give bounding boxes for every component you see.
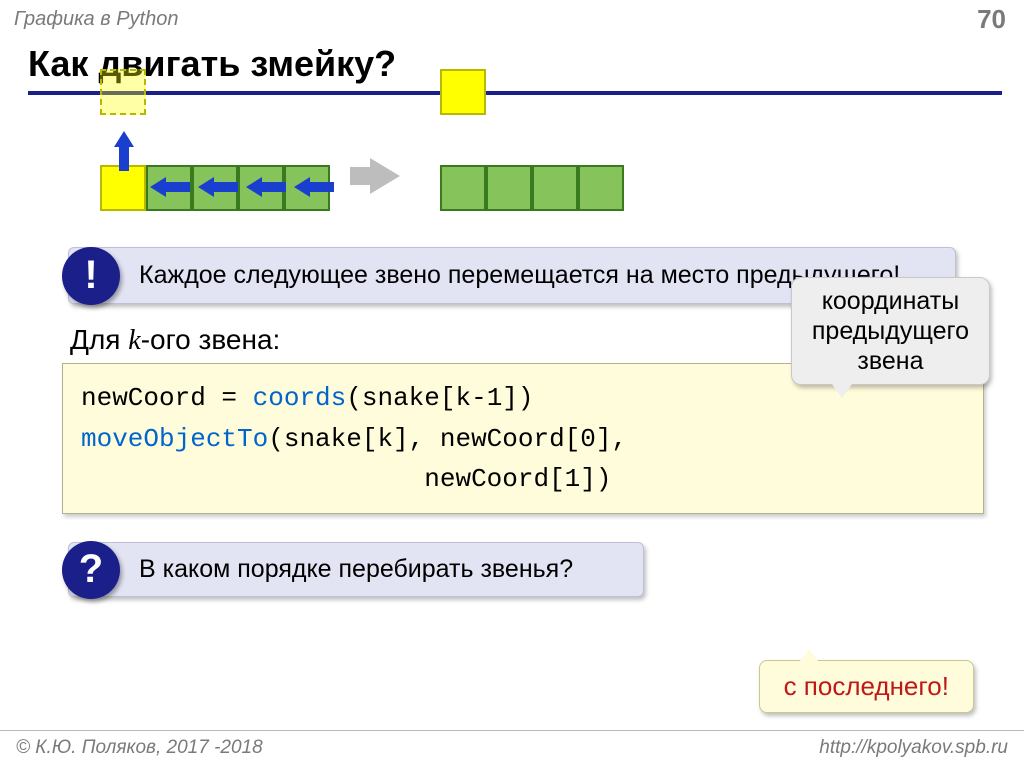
- code-wrap: координаты предыдущего звена newCoord = …: [62, 363, 984, 514]
- page-title: Как двигать змейку?: [28, 43, 1002, 95]
- snake-head-cell: [100, 165, 146, 211]
- arrow-up-icon: [114, 131, 134, 147]
- new-head-ghost-cell: [100, 69, 146, 115]
- callout-line: звена: [812, 346, 969, 376]
- footer-url: http://kpolyakov.spb.ru: [819, 737, 1008, 759]
- callout-coords: координаты предыдущего звена: [791, 277, 990, 385]
- code-fn: coords: [253, 383, 347, 413]
- code-text: (snake[k-1]): [346, 383, 533, 413]
- arrow-left-icon: [150, 177, 166, 197]
- snake-body-cell: [532, 165, 578, 211]
- snake-diagram: [100, 117, 1024, 211]
- exclamation-badge: !: [62, 247, 120, 305]
- question-badge: ?: [62, 541, 120, 599]
- slide-header: Графика в Python 70: [0, 0, 1024, 37]
- callout-line: координаты: [812, 286, 969, 316]
- code-text: newCoord =: [81, 383, 253, 413]
- code-fn: moveObjectTo: [81, 424, 268, 454]
- code-text: (snake[k], newCoord[0],: [268, 424, 627, 454]
- snake-before: [100, 117, 330, 211]
- page-number: 70: [977, 4, 1006, 35]
- footer-copyright: © К.Ю. Поляков, 2017 -2018: [16, 737, 263, 759]
- arrow-left-icon: [246, 177, 262, 197]
- answer-callout: с последнего!: [759, 660, 974, 713]
- for-k-prefix: Для: [70, 324, 128, 355]
- callout-line: предыдущего: [812, 316, 969, 346]
- snake-body-cell: [486, 165, 532, 211]
- header-topic: Графика в Python: [14, 8, 178, 31]
- arrow-left-icon: [294, 177, 310, 197]
- for-k-variable: k: [128, 325, 140, 356]
- for-k-suffix: -ого звена:: [141, 324, 281, 355]
- snake-after: [440, 117, 624, 211]
- question-text: В каком порядке перебирать звенья?: [68, 542, 644, 597]
- slide-footer: © К.Ю. Поляков, 2017 -2018 http://kpolya…: [0, 730, 1024, 767]
- snake-body-cell: [578, 165, 624, 211]
- snake-head-cell: [440, 69, 486, 115]
- arrow-left-icon: [198, 177, 214, 197]
- question-box: ? В каком порядке перебирать звенья?: [68, 542, 644, 597]
- snake-body-cell: [440, 165, 486, 211]
- code-text: newCoord[1]): [81, 464, 612, 494]
- transition-arrow-icon: [370, 158, 400, 194]
